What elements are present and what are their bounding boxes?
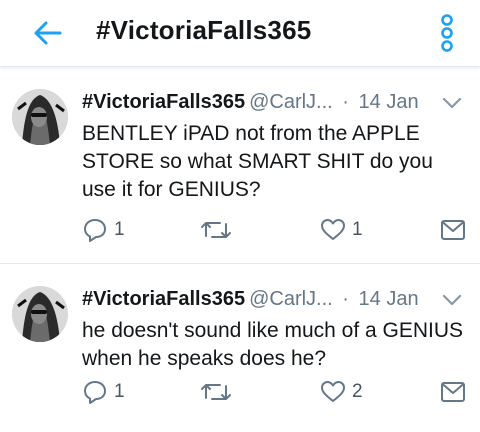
tweet-menu-button[interactable] <box>440 93 464 113</box>
like-count: 1 <box>352 219 363 240</box>
reply-count: 1 <box>114 381 125 402</box>
display-name[interactable]: #VictoriaFalls365 <box>82 288 245 310</box>
reply-icon <box>84 219 106 242</box>
chevron-down-icon <box>442 294 462 306</box>
separator-dot: · <box>342 288 349 310</box>
separator-dot: · <box>342 91 349 113</box>
display-name[interactable]: #VictoriaFalls365 <box>82 91 245 113</box>
retweet-button[interactable] <box>200 377 232 407</box>
more-options-button[interactable] <box>430 10 464 56</box>
tweet-date: 14 Jan <box>358 91 419 113</box>
tweet-header: #VictoriaFalls365 @CarlJ... · 14 Jan <box>82 90 419 114</box>
reply-icon <box>84 381 106 404</box>
envelope-icon <box>441 382 465 402</box>
top-app-bar: #VictoriaFalls365 <box>0 0 480 67</box>
tweet-menu-button[interactable] <box>440 290 464 310</box>
like-button[interactable]: 2 <box>320 377 363 407</box>
avatar-image <box>12 286 68 342</box>
arrow-left-icon <box>34 21 62 45</box>
heart-icon <box>321 219 345 240</box>
reply-count: 1 <box>114 219 125 240</box>
avatar-image <box>12 89 68 145</box>
user-handle[interactable]: @CarlJ... <box>249 91 333 113</box>
tweet-actions: 1 1 <box>82 215 472 245</box>
retweet-icon <box>201 222 231 238</box>
envelope-icon <box>441 220 465 240</box>
user-handle[interactable]: @CarlJ... <box>249 288 333 310</box>
tweet[interactable]: #VictoriaFalls365 @CarlJ... · 14 Jan BENT… <box>0 67 480 264</box>
tweet-actions: 1 2 <box>82 377 472 407</box>
tweet-feed: #VictoriaFalls365 @CarlJ... · 14 Jan BENT… <box>0 67 480 432</box>
tweet-date: 14 Jan <box>358 288 419 310</box>
tweet-text: BENTLEY iPAD not from the APPLE STORE so… <box>82 122 433 201</box>
reply-button[interactable]: 1 <box>82 215 125 245</box>
like-count: 2 <box>352 381 363 402</box>
avatar[interactable] <box>12 89 68 145</box>
like-button[interactable]: 1 <box>320 215 363 245</box>
back-button[interactable] <box>30 16 66 50</box>
tweet-text: he doesn't sound like much of a GENIUS w… <box>82 319 464 370</box>
chevron-down-icon <box>442 97 462 109</box>
retweet-icon <box>201 384 231 400</box>
tweet[interactable]: #VictoriaFalls365 @CarlJ... · 14 Jan he d… <box>0 264 480 432</box>
tweet-header: #VictoriaFalls365 @CarlJ... · 14 Jan <box>82 287 419 311</box>
direct-message-button[interactable] <box>440 215 466 245</box>
heart-icon <box>321 381 345 402</box>
avatar[interactable] <box>12 286 68 342</box>
reply-button[interactable]: 1 <box>82 377 125 407</box>
direct-message-button[interactable] <box>440 377 466 407</box>
retweet-button[interactable] <box>200 215 232 245</box>
more-vertical-icon <box>441 14 453 52</box>
page-title: #VictoriaFalls365 <box>96 15 312 45</box>
